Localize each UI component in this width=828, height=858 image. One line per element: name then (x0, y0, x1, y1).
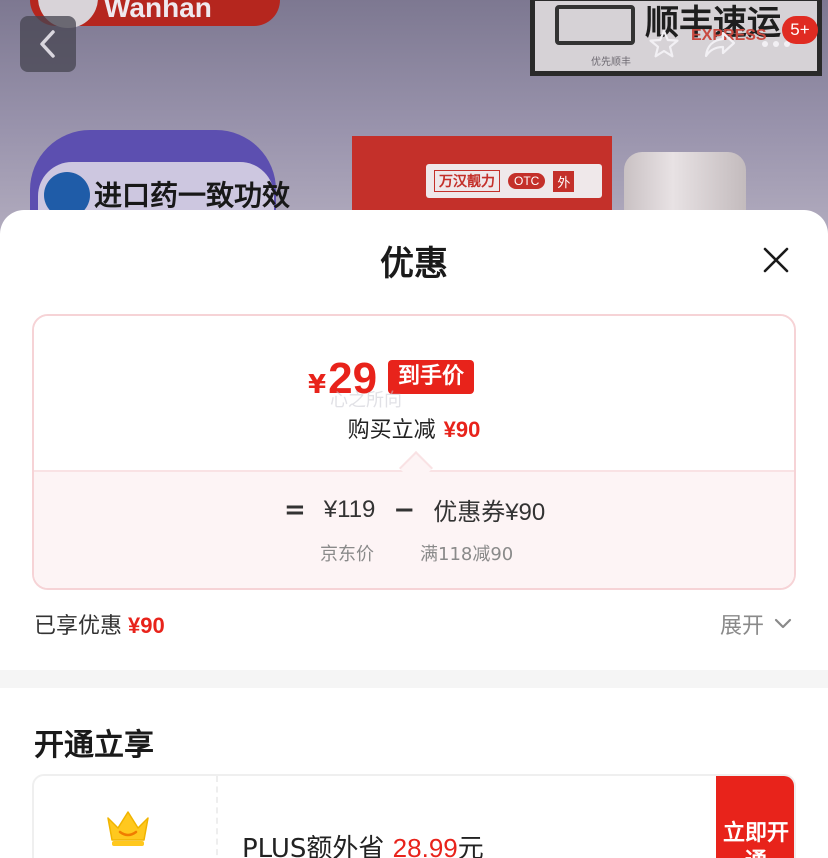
section-divider (0, 670, 828, 688)
product-box-label: 万汉靓力 OTC 外 (426, 164, 602, 198)
final-price-section: ¥ 29 到手价 心之所向 购买立减 ¥90 (34, 316, 794, 470)
brand-text: Wanhan (104, 0, 212, 23)
back-button[interactable] (20, 16, 76, 72)
otc-badge: OTC (508, 173, 546, 189)
external-use-badge: 外 (553, 170, 575, 192)
calculation-row: = ¥119 − 优惠券¥90 (284, 492, 545, 527)
enjoyed-discount: 已享优惠 ¥90 (34, 608, 165, 640)
minus-sign: − (393, 494, 416, 525)
discount-sheet: 优惠 ¥ 29 到手价 心之所向 购买立减 ¥90 = ¥119 − 优惠券¥90… (0, 210, 828, 858)
plus-offer-card[interactable]: PLUS额外省 28.99元 立即开通 (32, 774, 796, 858)
plus-amount: 28.99 (392, 833, 458, 858)
star-icon (649, 29, 679, 58)
claim-text: 进口药一致功效 (94, 179, 291, 212)
watermark: 心之所向 (330, 390, 402, 411)
plus-section-title: 开通立享 (34, 728, 154, 763)
expand-label: 展开 (720, 614, 765, 639)
base-price-label: 京东价 (320, 544, 374, 565)
price-calculation-section: = ¥119 − 优惠券¥90 京东价 满118减90 (34, 470, 794, 588)
equals-sign: = (284, 494, 306, 525)
favorite-button[interactable] (646, 26, 682, 62)
plus-offer-text: PLUS额外省 28.99元 (242, 828, 484, 858)
reduce-line: 购买立减 ¥90 (34, 412, 794, 444)
coupon-condition: 满118减90 (420, 544, 514, 565)
coupon-label: 优惠券 (433, 498, 506, 526)
share-icon (704, 31, 736, 58)
close-icon (763, 247, 789, 273)
express-sub: 优先顺丰 (591, 57, 631, 68)
truck-icon (555, 5, 635, 45)
crown-icon (107, 811, 149, 846)
reduce-amount: ¥90 (443, 417, 481, 442)
final-price-currency: ¥ (308, 370, 327, 400)
close-button[interactable] (756, 240, 796, 280)
product-page-background: Wanhan 顺丰速运 EXPRESS 优先顺丰 5+ 进口药一致功效 万汉靓力… (0, 0, 828, 240)
plus-open-button[interactable]: 立即开通 (716, 776, 794, 858)
enjoyed-amount: ¥90 (128, 613, 165, 638)
box-brand: 万汉靓力 (434, 170, 500, 192)
cart-badge: 5+ (782, 16, 818, 44)
plus-suffix: 元 (457, 834, 484, 858)
plus-prefix: PLUS额外省 (242, 834, 385, 858)
base-price: ¥119 (323, 495, 376, 523)
sheet-title: 优惠 (380, 244, 448, 284)
chevron-down-icon (774, 618, 792, 629)
expand-button[interactable]: 展开 (720, 608, 792, 640)
share-button[interactable] (702, 26, 738, 62)
coupon-amount: ¥90 (505, 499, 546, 526)
more-dots-icon (762, 41, 790, 47)
enjoyed-label: 已享优惠 (34, 614, 123, 639)
chevron-left-icon (40, 30, 55, 58)
coupon-item: 优惠券¥90 (433, 492, 545, 527)
price-breakdown-card: ¥ 29 到手价 心之所向 购买立减 ¥90 = ¥119 − 优惠券¥90 京东… (32, 314, 796, 590)
reduce-label: 购买立减 (347, 418, 436, 443)
plus-icon-area (34, 776, 218, 858)
